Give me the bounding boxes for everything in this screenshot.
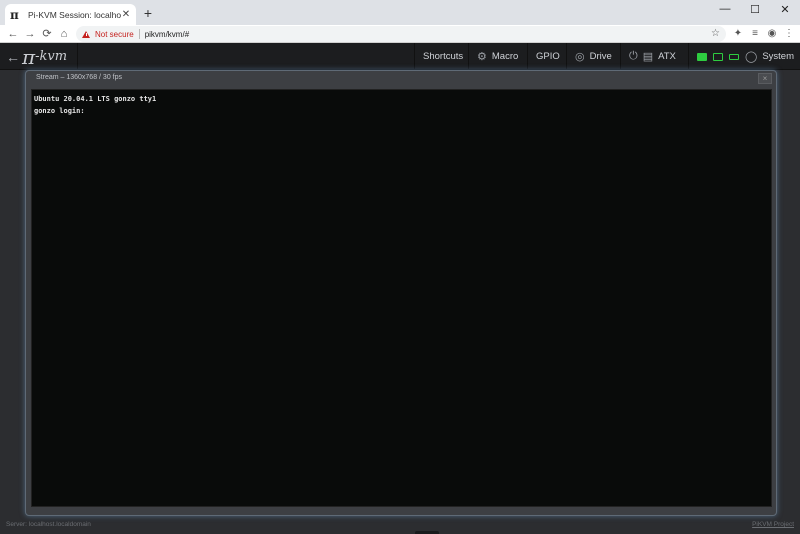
power-icon: ⏻ [629, 50, 638, 62]
profile-icon[interactable]: ◉ [765, 26, 779, 42]
browser-tab-active[interactable]: π Pi-KVM Session: localhost.localdomain … [5, 4, 136, 25]
home-icon[interactable]: ⌂ [57, 26, 71, 42]
stream-led-icon [697, 52, 707, 61]
kvm-navbar: ← π -kvm Shortcuts ⚙ Macro GPIO ◎ Drive … [0, 43, 800, 70]
footer-server: Server: localhost.localdomain [6, 521, 91, 528]
stream-title: Stream – 1360x768 / 30 fps [36, 74, 122, 81]
reload-icon[interactable]: ⟳ [40, 26, 54, 42]
console-output: Ubuntu 20.04.1 LTS gonzo tty1 gonzo logi… [32, 93, 156, 117]
logo-text: -kvm [35, 49, 68, 64]
warning-icon [82, 30, 90, 38]
stream-close-button[interactable]: × [758, 73, 772, 84]
menu-system-label: System [762, 51, 794, 62]
console-line: gonzo login: [34, 107, 85, 115]
stream-window[interactable]: Stream – 1360x768 / 30 fps × Ubuntu 20.0… [25, 70, 777, 516]
monitor-led-icon [713, 52, 723, 61]
security-status[interactable]: Not secure [95, 30, 134, 39]
kvm-footer: Server: localhost.localdomain PiKVM Proj… [0, 516, 800, 534]
mouse-icon: ◯ [745, 51, 758, 63]
new-tab-button[interactable]: + [141, 5, 155, 21]
reading-list-icon[interactable]: ≡ [748, 26, 762, 42]
pi-favicon-icon: π [10, 7, 19, 22]
stream-header[interactable]: Stream – 1360x768 / 30 fps × [26, 71, 776, 87]
address-bar[interactable]: Not secure pikvm/kvm/# ☆ [76, 26, 726, 42]
gear-icon: ⚙ [477, 51, 487, 63]
tab-close-icon[interactable]: ✕ [121, 9, 131, 20]
menu-macro-label: Macro [491, 51, 519, 62]
url-text[interactable]: pikvm/kvm/# [145, 30, 189, 39]
back-arrow-icon: ← [6, 48, 20, 65]
forward-arrow-icon[interactable]: → [23, 26, 37, 42]
keyboard-led-icon [729, 53, 739, 60]
menu-system[interactable]: ◯ System [688, 43, 800, 70]
omnibox-separator [138, 29, 140, 39]
window-close-button[interactable]: ✕ [770, 0, 800, 18]
menu-drive-label: Drive [589, 51, 612, 62]
bookmark-star-icon[interactable]: ☆ [711, 26, 720, 42]
menu-gpio-label: GPIO [536, 51, 560, 62]
tab-title: Pi-KVM Session: localhost.localdomain [28, 9, 121, 20]
minimize-button[interactable]: — [710, 0, 740, 18]
menu-gpio[interactable]: GPIO [527, 43, 568, 70]
kvm-app: ← π -kvm Shortcuts ⚙ Macro GPIO ◎ Drive … [0, 43, 800, 534]
browser-toolbar: ← → ⟳ ⌂ Not secure pikvm/kvm/# ☆ ✦ ≡ ◉ ⋮ [0, 25, 800, 43]
extensions-icon[interactable]: ✦ [731, 26, 745, 42]
menu-shortcuts-label: Shortcuts [423, 51, 464, 62]
menu-atx[interactable]: ⏻ ▤ ATX [620, 43, 684, 70]
stream-screen[interactable]: Ubuntu 20.04.1 LTS gonzo tty1 gonzo logi… [31, 89, 772, 507]
hdd-icon: ▤ [642, 51, 654, 63]
disk-icon: ◎ [575, 51, 585, 63]
menu-drive[interactable]: ◎ Drive [566, 43, 620, 70]
menu-macro[interactable]: ⚙ Macro [468, 43, 526, 70]
browser-tabstrip: π Pi-KVM Session: localhost.localdomain … [0, 0, 800, 25]
window-controls: — ☐ ✕ [710, 0, 800, 18]
menu-atx-label: ATX [658, 51, 676, 62]
browser-menu-icon[interactable]: ⋮ [782, 26, 796, 42]
footer-project-link[interactable]: PiKVM Project [752, 521, 794, 528]
kvm-logo[interactable]: ← π -kvm [0, 43, 78, 70]
maximize-button[interactable]: ☐ [740, 0, 770, 18]
back-arrow-icon[interactable]: ← [6, 26, 20, 42]
logo-pi: π [22, 44, 36, 69]
console-line: Ubuntu 20.04.1 LTS gonzo tty1 [34, 95, 157, 103]
menu-shortcuts[interactable]: Shortcuts [414, 43, 471, 70]
